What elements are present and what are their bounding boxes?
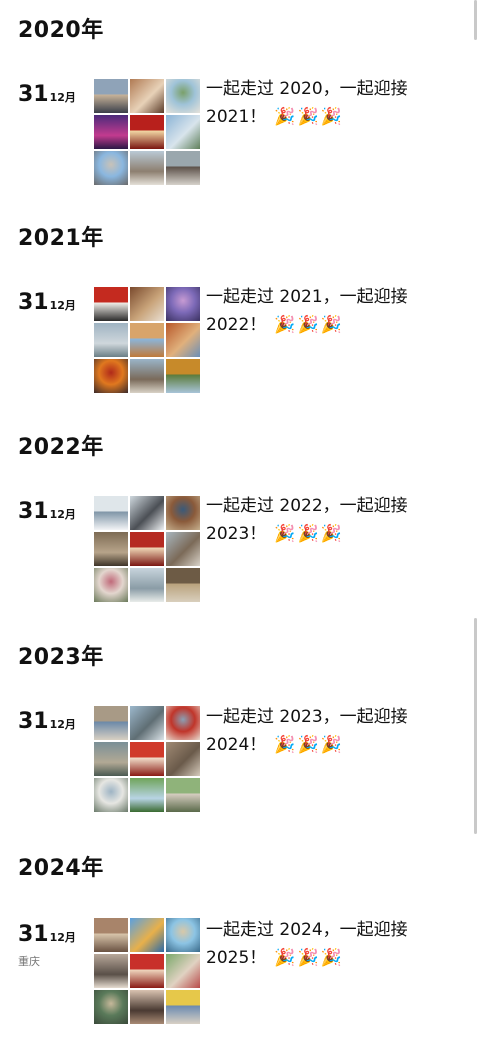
scrollbar-thumb-top[interactable] xyxy=(474,0,477,40)
party-popper-icon: 🎉 xyxy=(297,735,319,755)
photo-couple-restaurant[interactable] xyxy=(130,79,164,113)
party-popper-icon: 🎉 xyxy=(320,948,342,968)
photo-desert-road[interactable] xyxy=(130,323,164,357)
photo-archway[interactable] xyxy=(166,568,200,602)
year-heading: 2021年 xyxy=(18,226,104,251)
party-popper-icon: 🎉 xyxy=(320,735,342,755)
photo-snow-field[interactable] xyxy=(94,496,128,530)
post-date: 3112月 xyxy=(18,499,90,524)
photo-orange-lanterns[interactable] xyxy=(94,359,128,393)
party-popper-icon: 🎉 xyxy=(274,107,296,127)
photo-couple-square[interactable] xyxy=(130,151,164,185)
photo-bookshelf-collage[interactable] xyxy=(94,918,128,952)
party-popper-icon: 🎉 xyxy=(274,524,296,544)
post-day: 31 xyxy=(18,922,49,947)
photo-coast-overcast[interactable] xyxy=(94,323,128,357)
photo-pagoda-road[interactable] xyxy=(130,359,164,393)
photo-mountain-lake[interactable] xyxy=(166,115,200,149)
post-day: 31 xyxy=(18,499,49,524)
year-heading: 2020年 xyxy=(18,18,104,43)
scrollbar-thumb[interactable] xyxy=(474,618,477,834)
party-emoji-group: 🎉 🎉 🎉 xyxy=(272,107,342,127)
photo-couple-red-backdrop[interactable] xyxy=(94,287,128,321)
year-heading: 2022年 xyxy=(18,435,104,460)
photo-seaside-couple[interactable] xyxy=(166,918,200,952)
photo-monument-sky[interactable] xyxy=(94,151,128,185)
party-popper-icon: 🎉 xyxy=(320,107,342,127)
photo-lake-shore[interactable] xyxy=(130,568,164,602)
post-day: 31 xyxy=(18,709,49,734)
party-popper-icon: 🎉 xyxy=(320,524,342,544)
photo-couple-selfie[interactable] xyxy=(130,990,164,1024)
post-date: 3112月 xyxy=(18,82,90,107)
post-caption: 一起走过 2023，一起迎接 2024！ 🎉 🎉 🎉 xyxy=(206,703,468,759)
post-date: 3112月 xyxy=(18,290,90,315)
party-popper-icon: 🎉 xyxy=(274,948,296,968)
photo-river-town[interactable] xyxy=(130,706,164,740)
photo-red-banner[interactable] xyxy=(130,954,164,988)
photo-grid[interactable] xyxy=(94,918,200,1024)
post-caption: 一起走过 2020，一起迎接 2021！ 🎉 🎉 🎉 xyxy=(206,75,468,131)
photo-couple-grass[interactable] xyxy=(166,778,200,812)
party-popper-icon: 🎉 xyxy=(274,735,296,755)
photo-couple-flowers[interactable] xyxy=(94,568,128,602)
photo-old-city-wall[interactable] xyxy=(94,706,128,740)
photo-friends-yellow[interactable] xyxy=(166,990,200,1024)
photo-couple-park[interactable] xyxy=(166,79,200,113)
post-month: 12月 xyxy=(49,718,76,731)
party-popper-icon: 🎉 xyxy=(297,107,319,127)
photo-purple-dusk-city[interactable] xyxy=(166,287,200,321)
party-popper-icon: 🎉 xyxy=(297,524,319,544)
photo-temple-roof[interactable] xyxy=(166,496,200,530)
photo-stone-lion[interactable] xyxy=(166,742,200,776)
photo-red-poster[interactable] xyxy=(130,742,164,776)
post-day: 31 xyxy=(18,290,49,315)
photo-grid[interactable] xyxy=(94,287,200,393)
post-caption: 一起走过 2022，一起迎接 2023！ 🎉 🎉 🎉 xyxy=(206,492,468,548)
photo-green-lawn[interactable] xyxy=(130,778,164,812)
party-emoji-group: 🎉 🎉 🎉 xyxy=(272,735,342,755)
post-month: 12月 xyxy=(49,91,76,104)
photo-ancient-tower[interactable] xyxy=(130,287,164,321)
party-emoji-group: 🎉 🎉 🎉 xyxy=(272,524,342,544)
party-popper-icon: 🎉 xyxy=(274,315,296,335)
post-caption: 一起走过 2024，一起迎接 2025！ 🎉 🎉 🎉 xyxy=(206,916,468,972)
photo-red-lantern-street[interactable] xyxy=(166,706,200,740)
photo-couple-stairs[interactable] xyxy=(166,151,200,185)
party-emoji-group: 🎉 🎉 🎉 xyxy=(272,315,342,335)
photo-old-gate-green[interactable] xyxy=(94,990,128,1024)
post-location[interactable]: 重庆 xyxy=(18,953,90,969)
post-month: 12月 xyxy=(49,508,76,521)
photo-grid[interactable] xyxy=(94,79,200,185)
party-popper-icon: 🎉 xyxy=(297,315,319,335)
photo-grid[interactable] xyxy=(94,706,200,812)
photo-grid[interactable] xyxy=(94,496,200,602)
photo-purple-stage[interactable] xyxy=(94,115,128,149)
photo-snow-couple[interactable] xyxy=(130,496,164,530)
post-date: 3112月重庆 xyxy=(18,922,90,969)
photo-white-building[interactable] xyxy=(94,778,128,812)
year-heading: 2024年 xyxy=(18,856,104,881)
year-heading: 2023年 xyxy=(18,645,104,670)
photo-autumn-hill[interactable] xyxy=(166,359,200,393)
party-popper-icon: 🎉 xyxy=(320,315,342,335)
post-caption: 一起走过 2021，一起迎接 2022！ 🎉 🎉 🎉 xyxy=(206,283,468,339)
post-date: 3112月 xyxy=(18,709,90,734)
photo-canyon-red[interactable] xyxy=(166,323,200,357)
party-emoji-group: 🎉 🎉 🎉 xyxy=(272,948,342,968)
photo-hall-interior[interactable] xyxy=(94,532,128,566)
photo-street-crowd[interactable] xyxy=(94,954,128,988)
photo-mountain-road[interactable] xyxy=(94,742,128,776)
photo-courtyard-flag[interactable] xyxy=(166,532,200,566)
post-month: 12月 xyxy=(49,931,76,944)
photo-couple-street[interactable] xyxy=(94,79,128,113)
photo-blue-sky-field[interactable] xyxy=(130,918,164,952)
photo-red-card[interactable] xyxy=(130,532,164,566)
party-popper-icon: 🎉 xyxy=(297,948,319,968)
photo-red-gate[interactable] xyxy=(130,115,164,149)
photo-garden-friends[interactable] xyxy=(166,954,200,988)
post-month: 12月 xyxy=(49,299,76,312)
post-day: 31 xyxy=(18,82,49,107)
